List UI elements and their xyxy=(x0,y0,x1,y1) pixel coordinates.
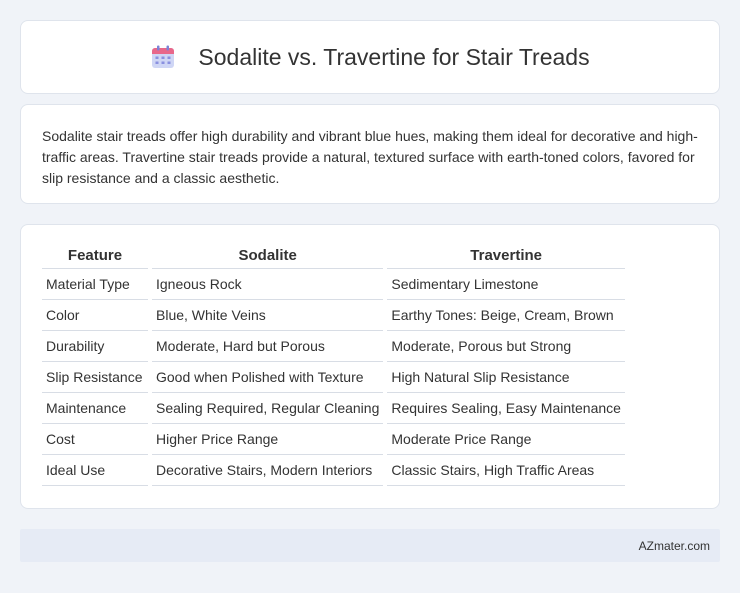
sodalite-cell: Igneous Rock xyxy=(152,269,384,300)
column-header-sodalite: Sodalite xyxy=(152,247,384,269)
column-header-feature: Feature xyxy=(42,247,148,269)
travertine-cell: Classic Stairs, High Traffic Areas xyxy=(387,455,625,486)
sodalite-cell: Good when Polished with Texture xyxy=(152,362,384,393)
feature-cell: Durability xyxy=(42,331,148,362)
comparison-table-card: Feature Sodalite Travertine Material Typ… xyxy=(20,224,720,509)
travertine-cell: Requires Sealing, Easy Maintenance xyxy=(387,393,625,424)
feature-cell: Color xyxy=(42,300,148,331)
title-card: Sodalite vs. Travertine for Stair Treads xyxy=(20,20,720,94)
table-header-row: Feature Sodalite Travertine xyxy=(42,247,625,269)
table-row: Color Blue, White Veins Earthy Tones: Be… xyxy=(42,300,625,331)
travertine-cell: Moderate, Porous but Strong xyxy=(387,331,625,362)
summary-text: Sodalite stair treads offer high durabil… xyxy=(42,128,698,186)
table-row: Material Type Igneous Rock Sedimentary L… xyxy=(42,269,625,300)
feature-cell: Maintenance xyxy=(42,393,148,424)
footer-bar: AZmater.com xyxy=(20,529,720,562)
column-header-travertine: Travertine xyxy=(387,247,625,269)
comparison-table: Feature Sodalite Travertine Material Typ… xyxy=(38,247,629,486)
calendar-icon xyxy=(150,45,176,69)
travertine-cell: High Natural Slip Resistance xyxy=(387,362,625,393)
sodalite-cell: Decorative Stairs, Modern Interiors xyxy=(152,455,384,486)
table-row: Maintenance Sealing Required, Regular Cl… xyxy=(42,393,625,424)
travertine-cell: Earthy Tones: Beige, Cream, Brown xyxy=(387,300,625,331)
travertine-cell: Sedimentary Limestone xyxy=(387,269,625,300)
feature-cell: Material Type xyxy=(42,269,148,300)
sodalite-cell: Sealing Required, Regular Cleaning xyxy=(152,393,384,424)
sodalite-cell: Blue, White Veins xyxy=(152,300,384,331)
sodalite-cell: Higher Price Range xyxy=(152,424,384,455)
table-row: Durability Moderate, Hard but Porous Mod… xyxy=(42,331,625,362)
table-row: Slip Resistance Good when Polished with … xyxy=(42,362,625,393)
summary-card: Sodalite stair treads offer high durabil… xyxy=(20,104,720,204)
footer-brand: AZmater.com xyxy=(638,538,710,553)
feature-cell: Ideal Use xyxy=(42,455,148,486)
sodalite-cell: Moderate, Hard but Porous xyxy=(152,331,384,362)
page-title: Sodalite vs. Travertine for Stair Treads xyxy=(198,43,590,70)
table-row: Ideal Use Decorative Stairs, Modern Inte… xyxy=(42,455,625,486)
table-row: Cost Higher Price Range Moderate Price R… xyxy=(42,424,625,455)
feature-cell: Slip Resistance xyxy=(42,362,148,393)
feature-cell: Cost xyxy=(42,424,148,455)
travertine-cell: Moderate Price Range xyxy=(387,424,625,455)
